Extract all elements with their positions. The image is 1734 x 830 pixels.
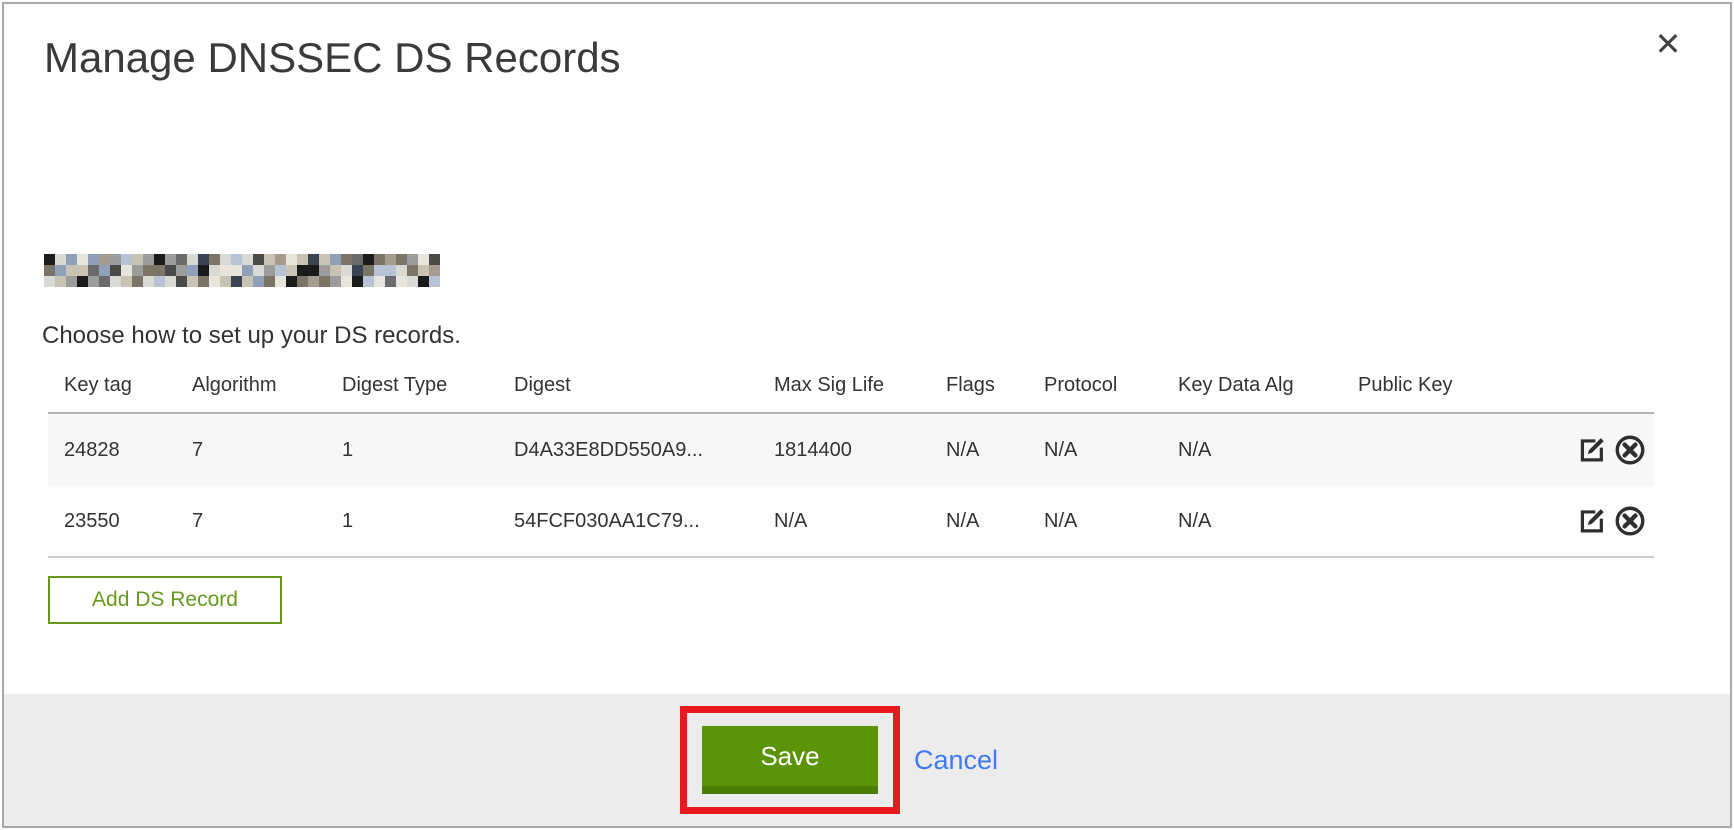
cell-digest: D4A33E8DD550A9...: [498, 439, 758, 462]
cell-protocol: N/A: [1028, 439, 1162, 462]
col-header-key-data-alg: Key Data Alg: [1162, 374, 1342, 397]
col-header-public-key: Public Key: [1342, 374, 1498, 397]
table-row: 23550 7 1 54FCF030AA1C79... N/A N/A N/A …: [48, 486, 1654, 558]
col-header-key-tag: Key tag: [48, 374, 176, 397]
instruction-text: Choose how to set up your DS records.: [42, 322, 461, 350]
manage-dnssec-modal: Manage DNSSEC DS Records ✕ Choose how to…: [2, 2, 1732, 828]
cell-flags: N/A: [930, 510, 1028, 533]
col-header-max-sig-life: Max Sig Life: [758, 374, 930, 397]
edit-record-icon[interactable]: [1574, 432, 1610, 468]
save-highlight-annotation: Save: [680, 706, 900, 814]
col-header-digest: Digest: [498, 374, 758, 397]
col-header-algorithm: Algorithm: [176, 374, 326, 397]
save-button[interactable]: Save: [702, 726, 878, 794]
ds-records-table: Key tag Algorithm Digest Type Digest Max…: [48, 358, 1654, 558]
close-icon[interactable]: ✕: [1648, 24, 1688, 64]
cell-max-sig-life: 1814400: [758, 439, 930, 462]
cell-max-sig-life: N/A: [758, 510, 930, 533]
cell-key-tag: 23550: [48, 510, 176, 533]
col-header-digest-type: Digest Type: [326, 374, 498, 397]
cell-protocol: N/A: [1028, 510, 1162, 533]
redacted-domain-name: [44, 254, 440, 287]
cell-algorithm: 7: [176, 439, 326, 462]
col-header-protocol: Protocol: [1028, 374, 1162, 397]
table-header-row: Key tag Algorithm Digest Type Digest Max…: [48, 358, 1654, 414]
cell-algorithm: 7: [176, 510, 326, 533]
table-row: 24828 7 1 D4A33E8DD550A9... 1814400 N/A …: [48, 414, 1654, 486]
add-ds-record-button[interactable]: Add DS Record: [48, 576, 282, 624]
cell-key-data-alg: N/A: [1162, 439, 1342, 462]
cell-key-tag: 24828: [48, 439, 176, 462]
page-title: Manage DNSSEC DS Records: [44, 34, 621, 82]
cell-flags: N/A: [930, 439, 1028, 462]
delete-record-icon[interactable]: [1612, 503, 1648, 539]
cell-digest-type: 1: [326, 510, 498, 533]
cell-digest-type: 1: [326, 439, 498, 462]
cell-key-data-alg: N/A: [1162, 510, 1342, 533]
edit-record-icon[interactable]: [1574, 503, 1610, 539]
col-header-flags: Flags: [930, 374, 1028, 397]
cell-digest: 54FCF030AA1C79...: [498, 510, 758, 533]
modal-footer: Save Cancel: [4, 694, 1730, 826]
cancel-link[interactable]: Cancel: [914, 745, 998, 776]
delete-record-icon[interactable]: [1612, 432, 1648, 468]
